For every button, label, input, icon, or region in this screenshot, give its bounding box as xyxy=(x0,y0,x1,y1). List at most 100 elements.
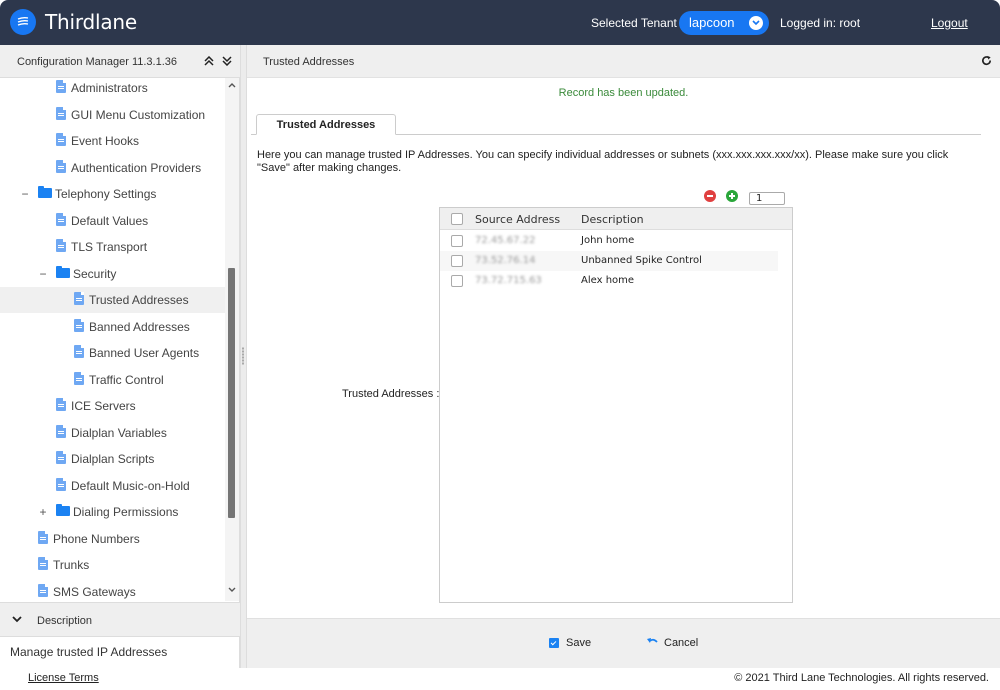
tree-item-label: Dialing Permissions xyxy=(73,505,179,519)
tree-item[interactable]: ICE Servers xyxy=(0,393,225,419)
tree-item[interactable]: Administrators xyxy=(0,78,225,101)
license-terms-link[interactable]: License Terms xyxy=(28,672,99,684)
tree-item-label: Event Hooks xyxy=(71,134,140,148)
tree-item[interactable]: SMS Gateways xyxy=(0,579,225,602)
folder-icon xyxy=(38,186,52,198)
column-header-source-address[interactable]: Source Address xyxy=(475,213,560,226)
add-row-button[interactable] xyxy=(726,190,738,202)
row-checkbox[interactable] xyxy=(451,255,463,267)
description-title: Description xyxy=(37,615,93,627)
scrollbar-thumb[interactable] xyxy=(228,268,235,518)
tree-scrollbar[interactable] xyxy=(225,78,239,601)
scroll-up-icon[interactable] xyxy=(227,81,237,92)
tree-item-label: TLS Transport xyxy=(71,240,148,254)
table-row[interactable]: 73.72.715.63 Alex home xyxy=(440,271,778,291)
tree-item-label: Trusted Addresses xyxy=(89,293,189,307)
table-row[interactable]: 73.52.76.14 Unbanned Spike Control xyxy=(440,251,778,271)
logout-link[interactable]: Logout xyxy=(931,16,968,30)
document-icon xyxy=(56,424,66,438)
tree-item-label: Default Values xyxy=(71,213,149,228)
tree-item-label: Traffic Control xyxy=(89,372,164,387)
tenant-label: Selected Tenant : xyxy=(591,16,684,30)
document-icon xyxy=(56,159,66,173)
description-cell[interactable]: Alex home xyxy=(581,275,634,286)
panel-splitter[interactable] xyxy=(240,45,247,668)
document-icon xyxy=(56,106,66,120)
tree-item[interactable]: Dialplan Variables xyxy=(0,420,225,446)
expand-all-icon[interactable] xyxy=(222,55,232,69)
document-icon xyxy=(38,557,48,570)
tree-item[interactable]: Phone Numbers xyxy=(0,526,225,552)
tree-item-label: Banned User Agents xyxy=(89,346,200,360)
tree-item[interactable]: Banned User Agents xyxy=(0,340,225,366)
select-all-checkbox[interactable] xyxy=(451,213,463,225)
save-label: Save xyxy=(566,637,592,649)
collapse-all-icon[interactable] xyxy=(204,55,214,69)
tree-item[interactable]: + Dialing Permissions xyxy=(0,499,225,525)
tree-item[interactable]: Trusted Addresses xyxy=(0,287,225,313)
tree-item[interactable]: Default Music-on-Hold xyxy=(0,473,225,499)
scroll-down-icon[interactable] xyxy=(227,586,237,597)
main-header: Trusted Addresses xyxy=(247,45,1000,78)
description-cell[interactable]: Unbanned Spike Control xyxy=(581,255,702,266)
tree-item[interactable]: − Security xyxy=(0,261,225,287)
document-icon xyxy=(56,239,66,252)
description-header[interactable]: Description xyxy=(0,602,240,637)
source-address-cell[interactable]: 73.52.76.14 xyxy=(475,255,535,266)
tree-item[interactable]: − Telephony Settings xyxy=(0,181,225,207)
collapse-icon[interactable]: − xyxy=(38,267,48,281)
tab-trusted-addresses[interactable]: Trusted Addresses xyxy=(256,114,396,135)
cancel-label: Cancel xyxy=(664,637,699,649)
source-address-cell[interactable]: 72.45.67.22 xyxy=(475,235,535,246)
logged-in-user: Logged in: root xyxy=(780,16,861,30)
document-icon xyxy=(74,292,84,305)
tree-item[interactable]: Banned Addresses xyxy=(0,314,225,340)
document-icon xyxy=(38,530,48,544)
tree-item-label: Phone Numbers xyxy=(53,531,140,546)
expand-icon[interactable]: + xyxy=(38,505,48,519)
tree-item[interactable]: TLS Transport xyxy=(0,234,225,260)
column-header-description[interactable]: Description xyxy=(581,213,644,226)
top-bar: Thirdlane Selected Tenant : lapcoon Logg… xyxy=(0,0,1000,45)
table-row[interactable]: 72.45.67.22 John home xyxy=(440,231,778,251)
tree-item[interactable]: GUI Menu Customization xyxy=(0,102,225,128)
tree-item[interactable]: Traffic Control xyxy=(0,367,225,393)
tree-item[interactable]: Dialplan Scripts xyxy=(0,446,225,472)
tree-item-label: Default Music-on-Hold xyxy=(71,478,190,493)
app-version-title: Configuration Manager 11.3.1.36 xyxy=(17,56,178,68)
refresh-icon[interactable] xyxy=(981,54,992,69)
navigation-header: Configuration Manager 11.3.1.36 xyxy=(0,45,240,78)
document-icon xyxy=(56,477,66,491)
chevron-down-icon xyxy=(749,16,763,30)
collapse-icon[interactable]: − xyxy=(20,187,30,201)
splitter-grip-icon[interactable] xyxy=(242,347,244,365)
chevron-down-icon xyxy=(12,614,22,626)
tree-item-label: GUI Menu Customization xyxy=(71,107,206,122)
tree-item-label: SMS Gateways xyxy=(53,584,136,599)
copyright-text: © 2021 Third Lane Technologies. All righ… xyxy=(734,672,989,684)
tree-item-label: Dialplan Variables xyxy=(71,425,167,440)
row-checkbox[interactable] xyxy=(451,235,463,247)
description-text: Manage trusted IP Addresses xyxy=(10,645,168,659)
tree-item-label: Telephony Settings xyxy=(55,187,157,201)
trusted-addresses-label: Trusted Addresses : xyxy=(342,388,440,400)
remove-row-button[interactable] xyxy=(704,190,716,202)
source-address-cell[interactable]: 73.72.715.63 xyxy=(475,275,542,286)
tree-item[interactable]: Event Hooks xyxy=(0,128,225,154)
undo-icon xyxy=(647,636,658,648)
tree-item[interactable]: Trunks xyxy=(0,552,225,578)
thirdlane-logo-icon xyxy=(10,9,36,35)
row-count-input[interactable]: 1 xyxy=(749,192,785,205)
navigation-panel: Configuration Manager 11.3.1.36 Administ… xyxy=(0,45,240,668)
document-icon xyxy=(74,318,84,332)
tree-item-label: ICE Servers xyxy=(71,399,136,413)
description-cell[interactable]: John home xyxy=(581,235,634,246)
row-checkbox[interactable] xyxy=(451,275,463,287)
action-bar: Save Cancel xyxy=(247,618,1000,668)
tree-item[interactable]: Authentication Providers xyxy=(0,155,225,181)
tree-item-label: Banned Addresses xyxy=(89,319,190,334)
tree-item[interactable]: Default Values xyxy=(0,208,225,234)
tree-item-label: Authentication Providers xyxy=(71,160,202,175)
save-icon xyxy=(549,638,559,648)
tenant-select[interactable]: lapcoon xyxy=(679,11,769,35)
